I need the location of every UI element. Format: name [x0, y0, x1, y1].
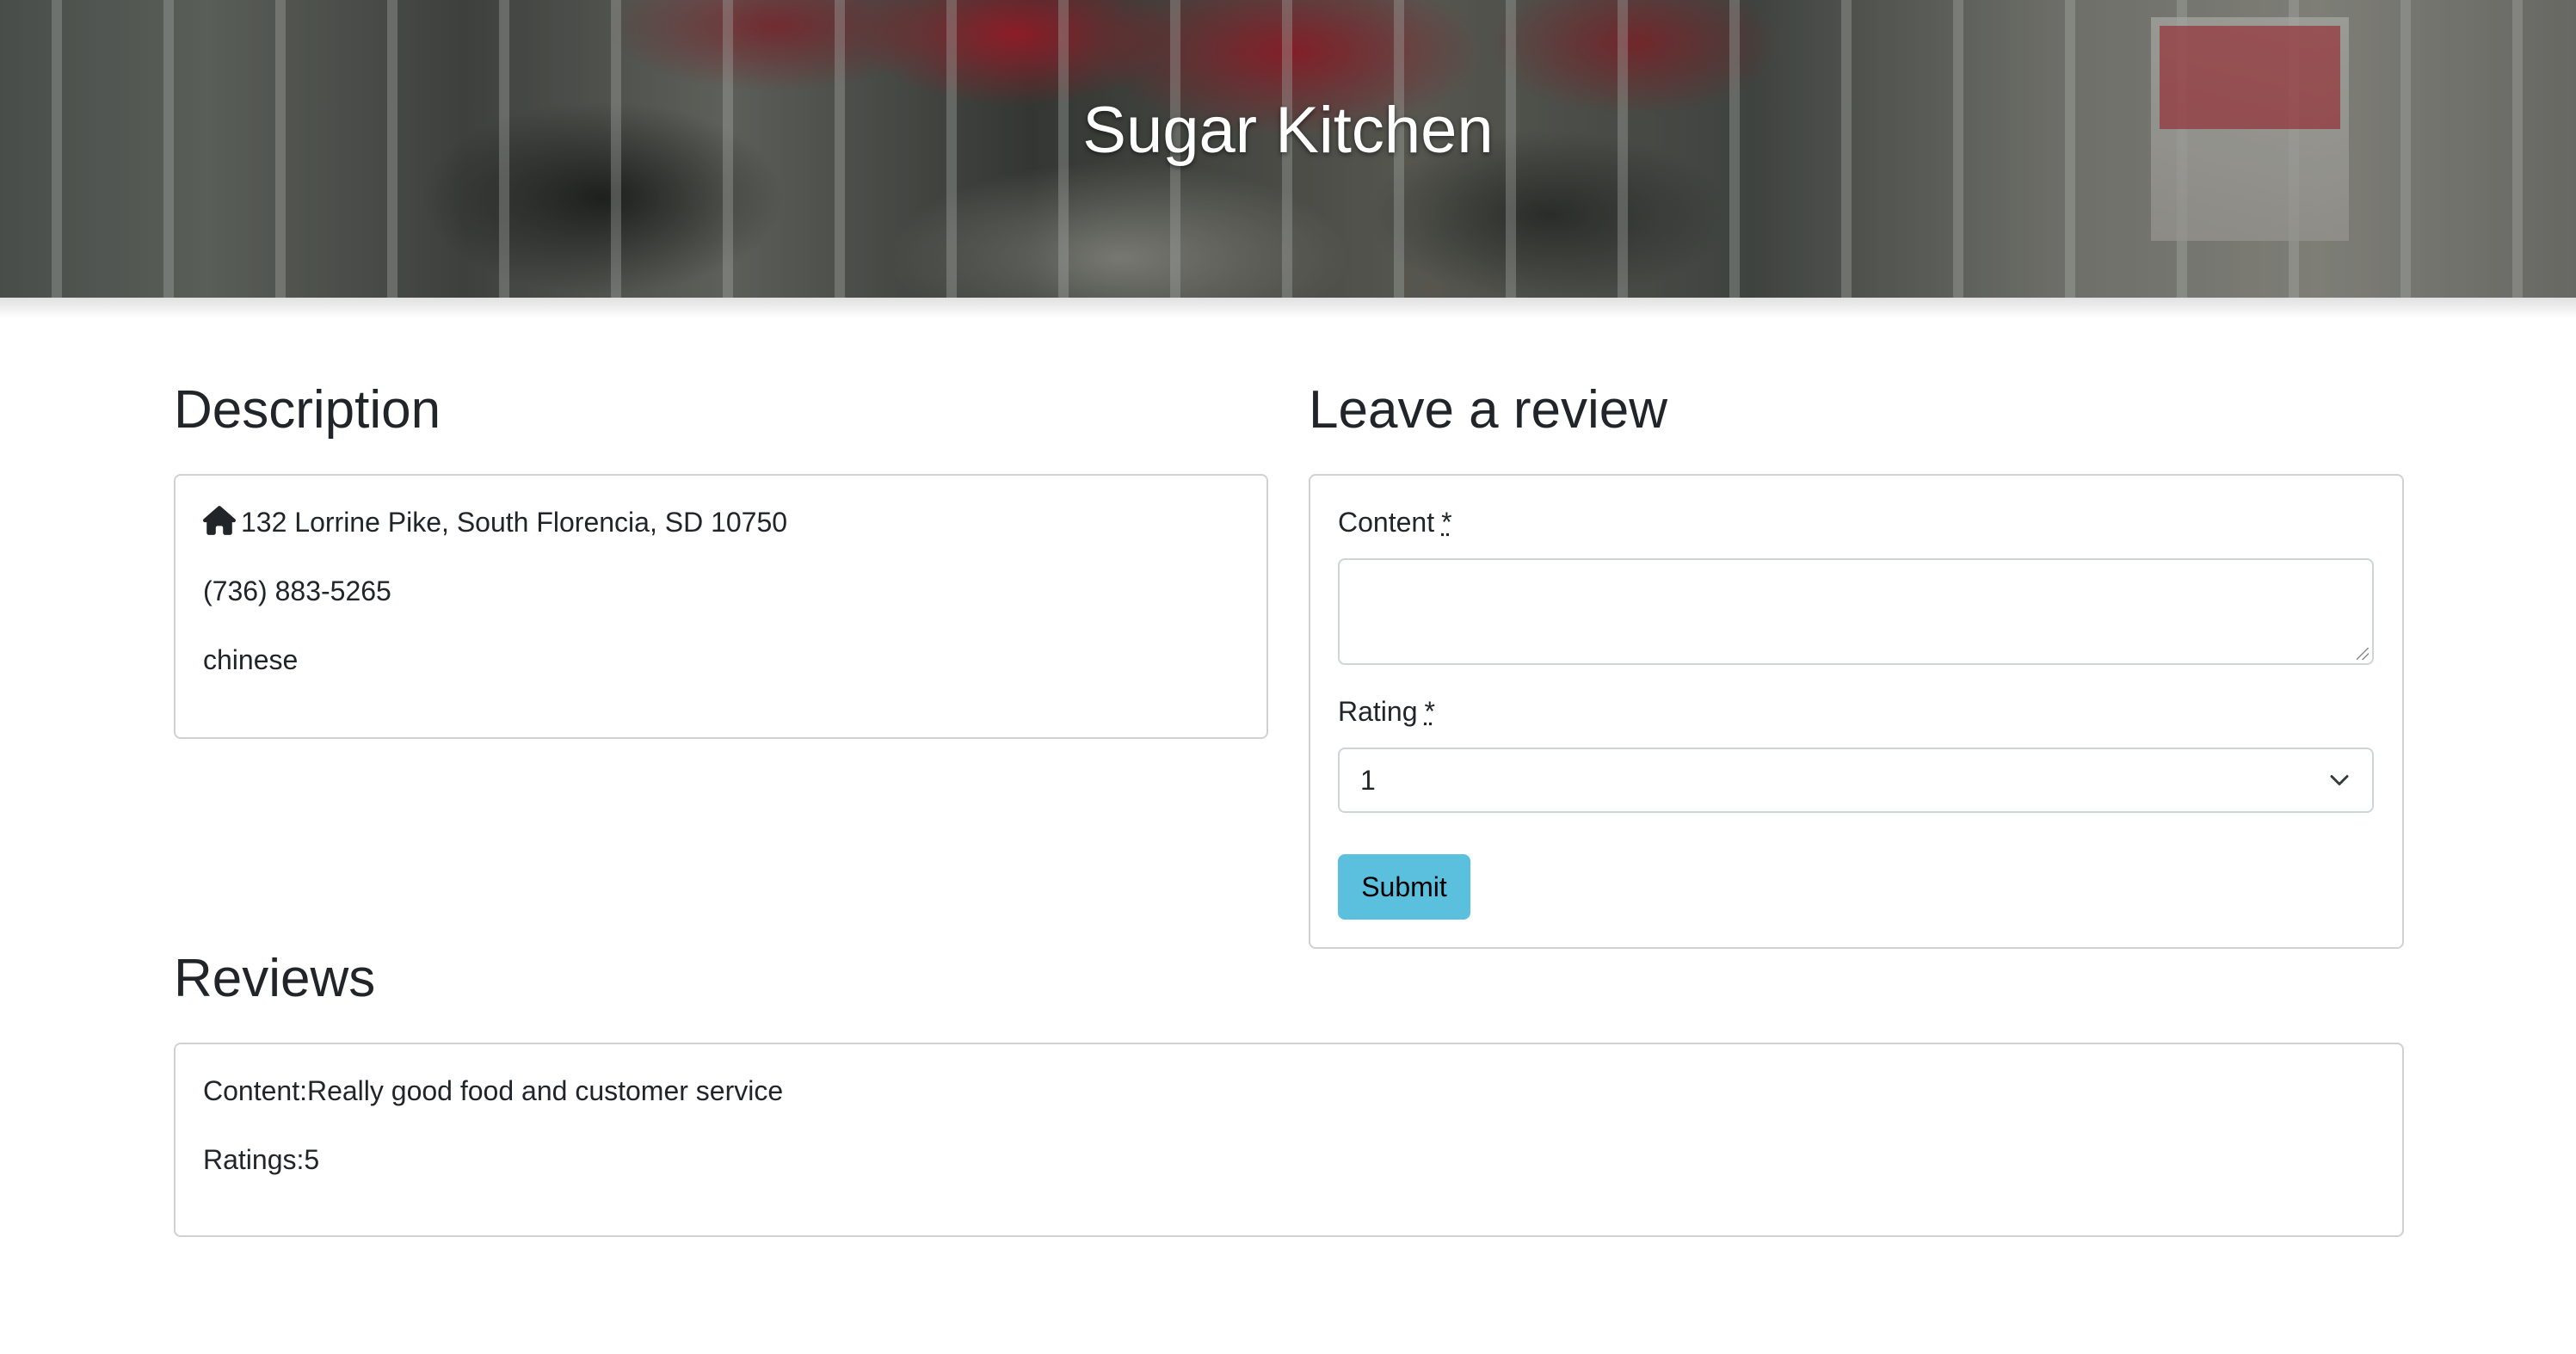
rating-select[interactable]: 1: [1338, 748, 2374, 813]
review-content: Content:Really good food and customer se…: [203, 1075, 784, 1106]
home-icon: [203, 506, 236, 535]
review-rating: Ratings:5: [203, 1144, 320, 1175]
address-text: 132 Lorrine Pike, South Florencia, SD 10…: [241, 507, 788, 538]
restaurant-title: Sugar Kitchen: [1082, 94, 1494, 167]
reviews-heading: Reviews: [174, 949, 376, 1008]
content-label: Content *: [1338, 502, 1452, 543]
rating-select-value: 1: [1360, 765, 1376, 796]
review-form-heading: Leave a review: [1309, 380, 1668, 440]
chevron-down-icon: [2330, 775, 2349, 785]
textarea-resize-handle[interactable]: [2357, 648, 2369, 660]
content-label-text: Content: [1338, 507, 1435, 538]
description-heading: Description: [174, 380, 441, 440]
rating-required-marker: *: [1424, 696, 1435, 727]
content-textarea[interactable]: [1338, 558, 2374, 665]
submit-button[interactable]: Submit: [1338, 854, 1470, 920]
content-required-marker: *: [1441, 507, 1452, 538]
review-card: Content:Really good food and customer se…: [174, 1043, 2404, 1237]
cuisine-text: chinese: [203, 644, 299, 675]
hero-shadow: [0, 298, 2576, 318]
description-card: 132 Lorrine Pike, South Florencia, SD 10…: [174, 474, 1268, 739]
phone-text: (736) 883-5265: [203, 575, 391, 606]
review-form-card: Content * Rating * 1 Submit: [1309, 474, 2404, 949]
address-line: 132 Lorrine Pike, South Florencia, SD 10…: [203, 502, 787, 543]
rating-label: Rating *: [1338, 691, 1435, 732]
rating-label-text: Rating: [1338, 696, 1418, 727]
